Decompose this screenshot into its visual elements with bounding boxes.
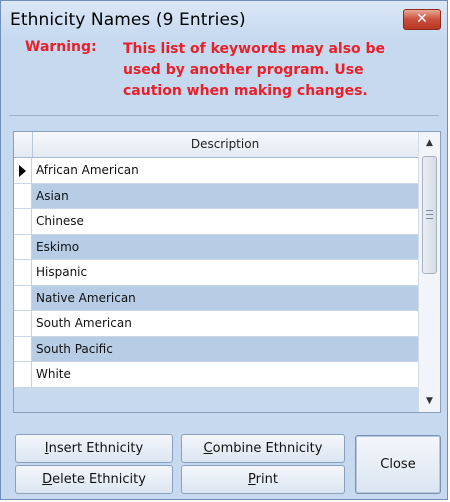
table-row[interactable]: Native American — [14, 285, 418, 311]
row-selector[interactable] — [14, 209, 32, 234]
description-cell[interactable]: South Pacific — [32, 336, 418, 361]
window-title: Ethnicity Names (9 Entries) — [10, 10, 246, 30]
table-row[interactable]: Chinese — [14, 209, 418, 235]
insert-ethnicity-button[interactable]: Insert Ethnicity — [15, 434, 173, 463]
close-button[interactable]: Close — [355, 435, 441, 494]
grip-line — [426, 218, 433, 219]
grip-line — [426, 210, 433, 211]
description-cell[interactable]: African American — [32, 158, 418, 183]
table-row[interactable]: South American — [14, 311, 418, 337]
print-button[interactable]: Print — [181, 465, 345, 494]
row-selector[interactable] — [14, 158, 32, 183]
table-row[interactable]: Asian — [14, 183, 418, 209]
description-cell[interactable]: Asian — [32, 183, 418, 208]
delete-label: elete Ethnicity — [52, 472, 146, 487]
row-selector[interactable] — [14, 311, 32, 336]
insert-label: nsert Ethnicity — [48, 441, 144, 456]
close-icon: ✕ — [416, 11, 428, 27]
combine-mnemonic: C — [203, 441, 213, 456]
table-row[interactable]: White — [14, 362, 418, 388]
delete-mnemonic: D — [42, 472, 53, 487]
column-header-description[interactable]: Description — [32, 132, 418, 157]
combine-label: ombine Ethnicity — [212, 441, 323, 456]
row-selector[interactable] — [14, 183, 32, 208]
table-row[interactable]: African American — [14, 158, 418, 184]
description-cell[interactable]: Chinese — [32, 209, 418, 234]
description-cell[interactable]: Native American — [32, 285, 418, 310]
title-bar[interactable]: Ethnicity Names (9 Entries) ✕ — [1, 1, 447, 37]
row-selector-header — [14, 132, 33, 157]
divider — [9, 115, 439, 116]
print-label: rint — [255, 472, 278, 487]
grip-line — [426, 214, 433, 215]
description-cell[interactable]: White — [32, 362, 418, 387]
row-selector[interactable] — [14, 362, 32, 387]
row-selector[interactable] — [14, 285, 32, 310]
delete-ethnicity-button[interactable]: Delete Ethnicity — [15, 465, 173, 494]
dialog-window: Ethnicity Names (9 Entries) ✕ Warning: T… — [0, 0, 448, 500]
row-selector[interactable] — [14, 336, 32, 361]
warning-label: Warning: — [25, 39, 97, 55]
grid-rows: African American Asian Chinese Eskimo Hispan… — [14, 158, 418, 388]
description-cell[interactable]: South American — [32, 311, 418, 336]
warning-text: This list of keywords may also be used b… — [123, 41, 386, 99]
current-row-arrow-icon — [19, 165, 26, 177]
description-cell[interactable]: Hispanic — [32, 260, 418, 285]
description-cell[interactable]: Eskimo — [32, 234, 418, 259]
scrollbar-thumb[interactable] — [422, 156, 437, 274]
row-selector[interactable] — [14, 234, 32, 259]
print-mnemonic: P — [248, 472, 256, 487]
table-row[interactable]: Eskimo — [14, 234, 418, 260]
grid-header: Description — [14, 132, 418, 158]
combine-ethnicity-button[interactable]: Combine Ethnicity — [181, 434, 345, 463]
table-row[interactable]: South Pacific — [14, 336, 418, 362]
vertical-scrollbar[interactable]: ▲ ▼ — [418, 132, 440, 412]
close-label: Close — [380, 457, 416, 472]
ethnicity-grid[interactable]: Description African American Asian Chinese… — [13, 131, 441, 413]
close-window-button[interactable]: ✕ — [403, 9, 441, 30]
row-selector[interactable] — [14, 260, 32, 285]
scroll-up-icon[interactable]: ▲ — [419, 132, 440, 154]
table-row[interactable]: Hispanic — [14, 260, 418, 286]
scroll-down-icon[interactable]: ▼ — [419, 390, 440, 412]
